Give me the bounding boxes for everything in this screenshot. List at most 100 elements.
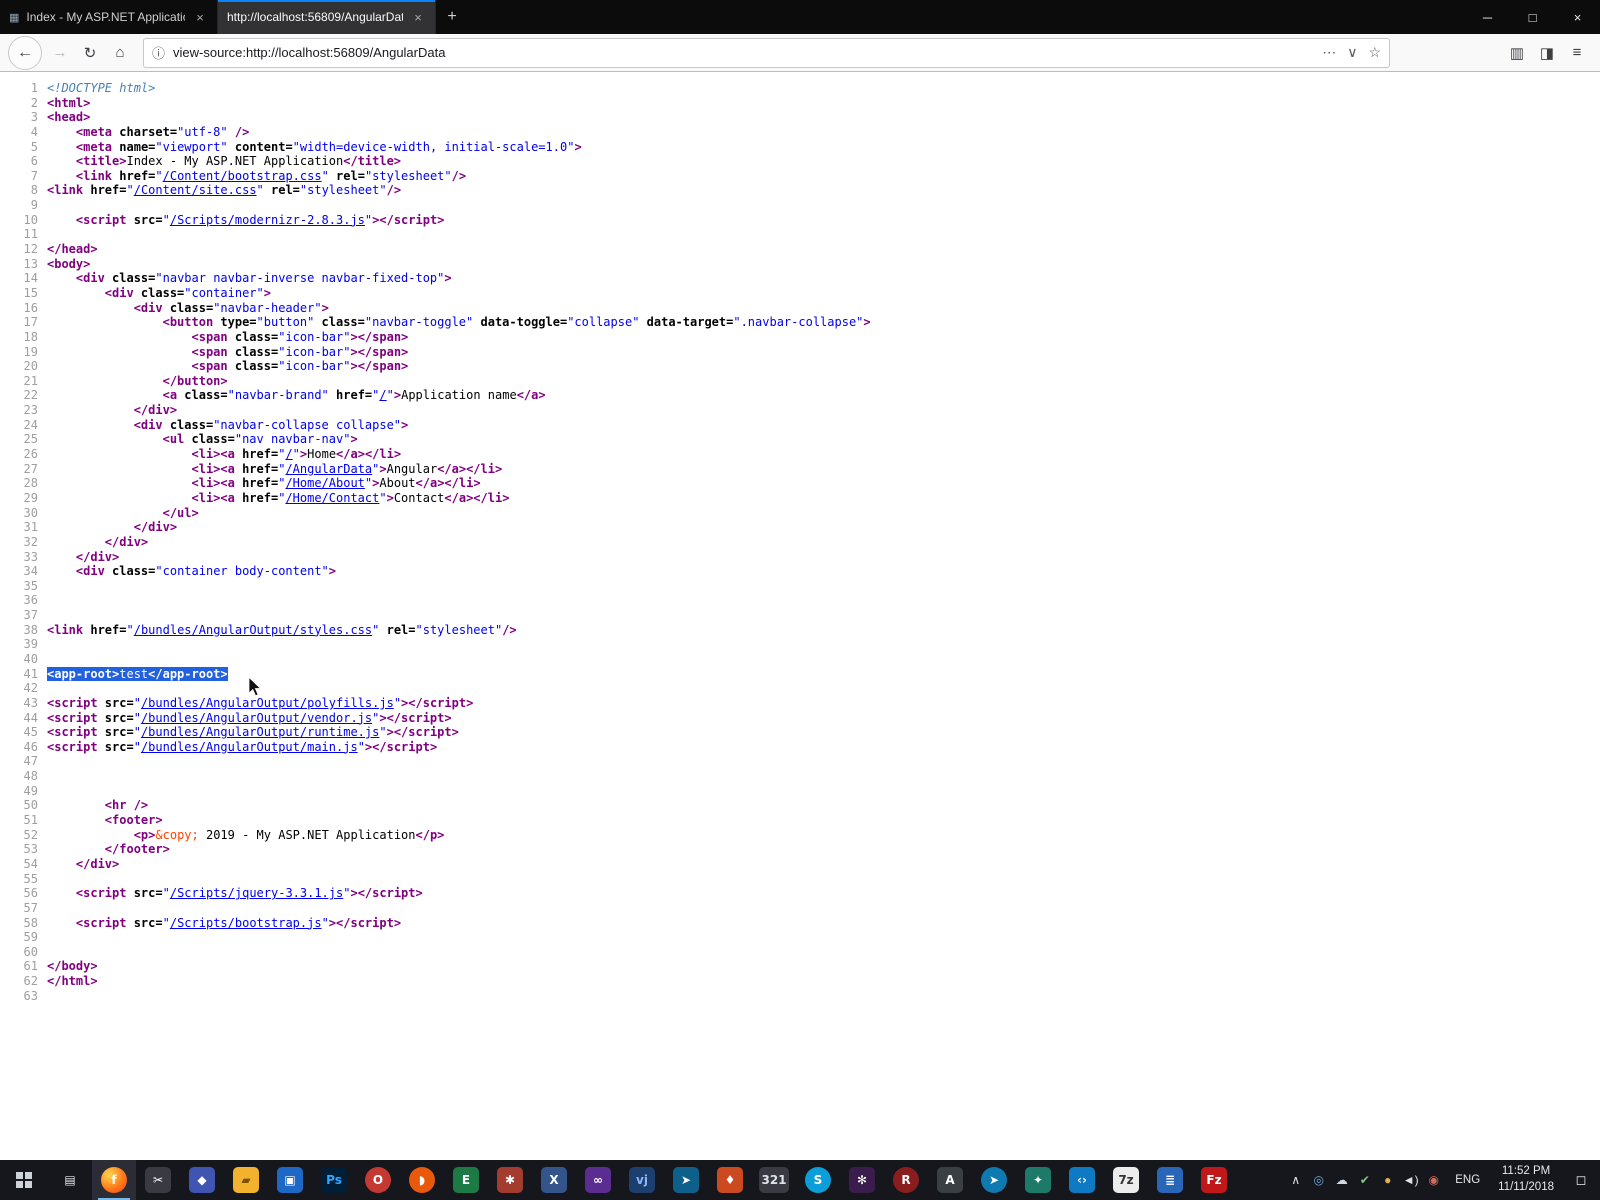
start-button[interactable] bbox=[0, 1160, 48, 1200]
taskbar-azure-data-studio[interactable]: ➤ bbox=[664, 1160, 708, 1200]
source-token bbox=[47, 520, 134, 534]
source-token: href= bbox=[242, 461, 279, 476]
taskbar-rstudio[interactable]: R bbox=[884, 1160, 928, 1200]
taskbar-photoshop[interactable]: Ps bbox=[312, 1160, 356, 1200]
source-token: <p> bbox=[133, 827, 156, 842]
line-number: 44 bbox=[23, 710, 38, 725]
maps-icon: ◆ bbox=[189, 1167, 215, 1193]
source-token bbox=[47, 330, 192, 344]
taskbar-task-view[interactable]: ▤ bbox=[48, 1160, 92, 1200]
taskbar-skype[interactable]: S bbox=[796, 1160, 840, 1200]
source-link[interactable]: /Scripts/modernizr-2.8.3.js bbox=[170, 213, 365, 227]
tab-index-page[interactable]: ▦ Index - My ASP.NET Application × bbox=[0, 0, 218, 34]
home-button[interactable]: ⌂ bbox=[105, 39, 135, 67]
tray-onedrive-icon[interactable]: ☁ bbox=[1330, 1173, 1353, 1187]
source-token: href= bbox=[90, 622, 127, 637]
task-view-icon: ▤ bbox=[64, 1173, 76, 1187]
tray-volume-icon[interactable]: ◄) bbox=[1399, 1173, 1422, 1187]
source-link[interactable]: /Home/About bbox=[285, 476, 364, 490]
source-link[interactable]: / bbox=[285, 447, 292, 461]
taskbar-filezilla[interactable]: Fz bbox=[1192, 1160, 1236, 1200]
taskbar-telegram[interactable]: ➤ bbox=[972, 1160, 1016, 1200]
source-link[interactable]: /bundles/AngularOutput/styles.css bbox=[134, 623, 372, 637]
source-token: "navbar-brand" bbox=[227, 388, 329, 403]
taskbar-xamarin[interactable]: X bbox=[532, 1160, 576, 1200]
file-explorer-icon: ▰ bbox=[233, 1167, 259, 1193]
source-link[interactable]: /Content/bootstrap.css bbox=[163, 169, 322, 183]
tray-network-icon[interactable]: ◉ bbox=[1422, 1173, 1445, 1187]
taskbar-photos[interactable]: ▣ bbox=[268, 1160, 312, 1200]
source-line-32: 32 </div> bbox=[0, 535, 1600, 550]
source-token: <!DOCTYPE html> bbox=[47, 81, 156, 95]
tab-close-icon[interactable]: × bbox=[192, 10, 208, 25]
taskbar-7zip[interactable]: 7z bbox=[1104, 1160, 1148, 1200]
taskbar-visual-studio[interactable]: ∞ bbox=[576, 1160, 620, 1200]
page-actions-icon[interactable]: ⋯ bbox=[1322, 44, 1336, 61]
source-token bbox=[47, 125, 76, 139]
info-icon[interactable]: ⓘ bbox=[152, 43, 165, 62]
forward-button[interactable]: → bbox=[45, 39, 75, 67]
source-link[interactable]: /bundles/AngularOutput/polyfills.js bbox=[141, 696, 394, 710]
source-link[interactable]: /bundles/AngularOutput/vendor.js bbox=[141, 711, 372, 725]
taskbar-slack[interactable]: ✻ bbox=[840, 1160, 884, 1200]
library-icon[interactable]: ▥ bbox=[1502, 39, 1532, 67]
sidebar-icon[interactable]: ◨ bbox=[1532, 39, 1562, 67]
taskbar-clock[interactable]: 11:52 PM 11/11/2018 bbox=[1490, 1164, 1562, 1195]
line-number: 35 bbox=[23, 578, 38, 593]
tray-defender-icon[interactable]: ✔ bbox=[1353, 1173, 1376, 1187]
tray-update-icon[interactable]: ● bbox=[1376, 1173, 1399, 1187]
tray-teams-icon[interactable]: ◎ bbox=[1307, 1173, 1330, 1187]
back-button[interactable]: ← bbox=[8, 35, 42, 70]
reload-button[interactable]: ↻ bbox=[75, 39, 105, 67]
source-link[interactable]: /bundles/AngularOutput/runtime.js bbox=[141, 725, 379, 739]
source-link[interactable]: /Content/site.css bbox=[134, 183, 257, 197]
taskbar-android-studio[interactable]: A bbox=[928, 1160, 972, 1200]
taskbar-file-explorer[interactable]: ▰ bbox=[224, 1160, 268, 1200]
pocket-icon[interactable]: ∨ bbox=[1347, 44, 1357, 61]
taskbar-firefox[interactable]: f bbox=[92, 1160, 136, 1200]
menu-button[interactable]: ≡ bbox=[1562, 39, 1592, 67]
source-token: " bbox=[292, 447, 300, 462]
taskbar-debug-tool[interactable]: ✱ bbox=[488, 1160, 532, 1200]
source-link[interactable]: /Home/Contact bbox=[285, 491, 379, 505]
source-token: "collapse" bbox=[567, 315, 640, 330]
source-link[interactable]: /Scripts/bootstrap.js bbox=[170, 916, 322, 930]
taskbar-opera[interactable]: O bbox=[356, 1160, 400, 1200]
taskbar-excel[interactable]: E bbox=[444, 1160, 488, 1200]
source-token: "utf-8" bbox=[177, 124, 228, 139]
taskbar-vscode[interactable]: ‹› bbox=[1060, 1160, 1104, 1200]
mouse-cursor bbox=[248, 676, 262, 697]
source-line-59: 59 bbox=[0, 930, 1600, 945]
source-link[interactable]: /Scripts/jquery-3.3.1.js bbox=[170, 886, 343, 900]
source-link[interactable]: /bundles/AngularOutput/main.js bbox=[141, 740, 358, 754]
source-token bbox=[47, 491, 192, 505]
close-window-button[interactable]: × bbox=[1555, 0, 1600, 34]
language-indicator[interactable]: ENG bbox=[1445, 1174, 1490, 1186]
taskbar-notes[interactable]: ≣ bbox=[1148, 1160, 1192, 1200]
taskbar-firefox-nightly[interactable]: ◗ bbox=[400, 1160, 444, 1200]
tab-view-source[interactable]: http://localhost:56809/AngularData × bbox=[218, 0, 436, 34]
tab-close-icon[interactable]: × bbox=[410, 10, 426, 25]
maximize-button[interactable]: □ bbox=[1510, 0, 1555, 34]
bookmark-star-icon[interactable]: ☆ bbox=[1368, 44, 1381, 61]
taskbar-calculator[interactable]: 321 bbox=[752, 1160, 796, 1200]
source-line-4: 4 <meta charset="utf-8" /> bbox=[0, 125, 1600, 140]
new-tab-button[interactable]: + bbox=[436, 0, 468, 34]
taskbar-smartgit[interactable]: ♦ bbox=[708, 1160, 752, 1200]
taskbar-snipping-tool[interactable]: ✂ bbox=[136, 1160, 180, 1200]
taskbar-maps[interactable]: ◆ bbox=[180, 1160, 224, 1200]
source-token: Angular bbox=[386, 461, 438, 476]
taskbar-sourcetree[interactable]: ✦ bbox=[1016, 1160, 1060, 1200]
taskbar-vs-2019[interactable]: vj bbox=[620, 1160, 664, 1200]
action-center-icon[interactable]: ◻ bbox=[1562, 1172, 1600, 1188]
source-link[interactable]: /AngularData bbox=[285, 462, 372, 476]
source-token: class= bbox=[140, 285, 185, 300]
source-token: <ul bbox=[162, 432, 192, 447]
source-line-60: 60 bbox=[0, 945, 1600, 960]
minimize-button[interactable]: ─ bbox=[1465, 0, 1510, 34]
source-token bbox=[47, 550, 76, 564]
source-link[interactable]: / bbox=[379, 388, 386, 402]
tray-hidden-icons-icon[interactable]: ∧ bbox=[1284, 1173, 1307, 1187]
address-bar[interactable]: ⓘ view-source:http://localhost:56809/Ang… bbox=[143, 37, 1390, 68]
line-number: 34 bbox=[23, 564, 38, 579]
